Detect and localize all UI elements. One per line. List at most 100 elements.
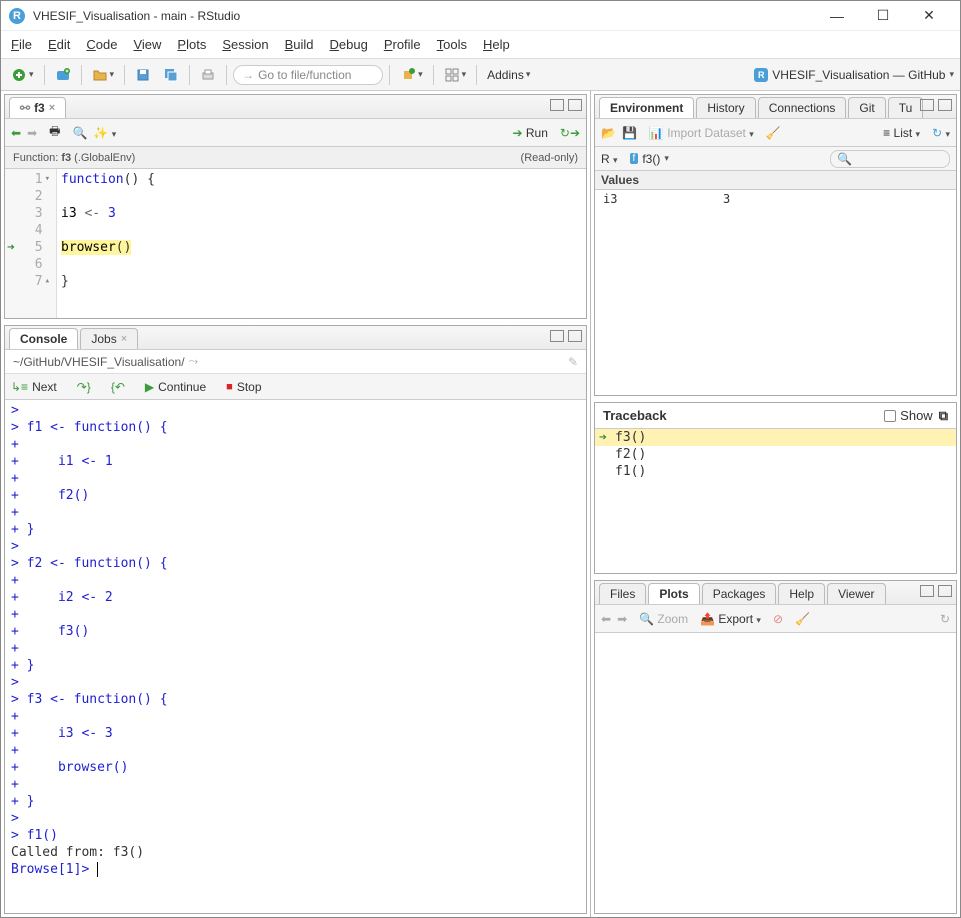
- export-button[interactable]: 📤 Export ▾: [700, 612, 761, 626]
- minimize-pane-icon[interactable]: [920, 585, 934, 597]
- show-internals-toggle[interactable]: Show: [884, 408, 933, 423]
- new-file-button[interactable]: ▾: [7, 65, 38, 85]
- tab-viewer[interactable]: Viewer: [827, 583, 885, 604]
- console-output[interactable]: > > f1 <- function() { + + i1 <- 1 + + f…: [5, 400, 586, 913]
- clear-plots-icon[interactable]: 🧹: [795, 612, 810, 626]
- open-file-button[interactable]: ▾: [88, 65, 119, 85]
- maximize-pane-icon[interactable]: [568, 99, 582, 111]
- tab-packages[interactable]: Packages: [702, 583, 777, 604]
- menu-help[interactable]: Help: [483, 37, 510, 52]
- continue-button[interactable]: ▶ Continue: [145, 380, 206, 394]
- addins-label: Addins: [487, 68, 524, 82]
- grid-button[interactable]: ▾: [440, 65, 471, 85]
- tab-files[interactable]: Files: [599, 583, 646, 604]
- tab-git[interactable]: Git: [848, 97, 885, 118]
- maximize-pane-icon[interactable]: [568, 330, 582, 342]
- minimize-pane-icon[interactable]: [550, 99, 564, 111]
- tab-history[interactable]: History: [696, 97, 755, 118]
- project-menu[interactable]: R VHESIF_Visualisation — GitHub ▾: [754, 68, 954, 82]
- step-out-button[interactable]: {↶: [111, 380, 125, 394]
- tab-help[interactable]: Help: [778, 583, 825, 604]
- menu-code[interactable]: Code: [86, 37, 117, 52]
- menu-view[interactable]: View: [133, 37, 161, 52]
- window-title: VHESIF_Visualisation - main - RStudio: [33, 9, 814, 23]
- zoom-button[interactable]: 🔍 Zoom: [639, 612, 688, 626]
- next-button[interactable]: ↳≡ Next: [11, 380, 57, 394]
- source-editor[interactable]: 1▾2 3 4 ➔5 6 7▴ function() { i3 <- 3 bro…: [5, 169, 586, 318]
- maximize-pane-icon[interactable]: [938, 99, 952, 111]
- popout-icon[interactable]: ⧉: [939, 408, 948, 424]
- console-pane: Console Jobs × ~/GitHub/VHESIF_Visualisa…: [4, 325, 587, 914]
- goto-dir-icon[interactable]: ⤳: [189, 354, 199, 369]
- prev-plot-icon[interactable]: ⬅: [601, 612, 611, 626]
- menu-edit[interactable]: Edit: [48, 37, 70, 52]
- close-tab-icon[interactable]: ×: [49, 102, 55, 114]
- tab-environment[interactable]: Environment: [599, 97, 694, 118]
- scope-r-button[interactable]: R ▾: [601, 152, 618, 166]
- plots-tabbar: Files Plots Packages Help Viewer: [595, 581, 956, 605]
- back-icon[interactable]: ⬅: [11, 126, 21, 140]
- remove-plot-icon[interactable]: ⊘: [773, 612, 783, 626]
- save-all-button[interactable]: [159, 65, 183, 85]
- refresh-plot-icon[interactable]: ↻: [940, 612, 950, 626]
- menu-build[interactable]: Build: [285, 37, 314, 52]
- menu-profile[interactable]: Profile: [384, 37, 421, 52]
- stop-button[interactable]: ■ Stop: [226, 380, 261, 394]
- env-search-input[interactable]: 🔍: [830, 150, 950, 168]
- tab-connections[interactable]: Connections: [758, 97, 847, 118]
- minimize-pane-icon[interactable]: [920, 99, 934, 111]
- tools-button[interactable]: ▾: [396, 65, 427, 85]
- tab-console[interactable]: Console: [9, 328, 78, 349]
- traceback-frame[interactable]: f1(): [595, 463, 956, 480]
- print-icon[interactable]: 🖶: [49, 122, 60, 143]
- main-toolbar: ▾ ▾ → Go to file/function ▾ ▾ Addins ▾ R…: [1, 59, 960, 91]
- source-tab-f3[interactable]: ⚯ f3 ×: [9, 97, 66, 118]
- scope-fn-button[interactable]: ff3() ▾: [630, 152, 669, 166]
- run-button[interactable]: ➔ Run: [512, 126, 547, 140]
- env-var-value: 3: [723, 192, 730, 206]
- find-icon[interactable]: 🔍: [72, 126, 87, 140]
- refresh-icon[interactable]: ↻ ▾: [932, 126, 950, 140]
- addins-button[interactable]: Addins ▾: [483, 66, 534, 84]
- traceback-frame[interactable]: ➔f3(): [595, 429, 956, 446]
- rerun-icon[interactable]: ↻➔: [560, 126, 580, 140]
- menu-plots[interactable]: Plots: [177, 37, 206, 52]
- print-button[interactable]: [196, 65, 220, 85]
- load-workspace-icon[interactable]: 📂: [601, 126, 616, 140]
- forward-icon[interactable]: ➡: [27, 126, 37, 140]
- traceback-frame[interactable]: f2(): [595, 446, 956, 463]
- clear-env-icon[interactable]: 🧹: [766, 126, 781, 140]
- tab-plots[interactable]: Plots: [648, 583, 699, 604]
- env-tabbar: Environment History Connections Git Tu: [595, 95, 956, 119]
- menu-tools[interactable]: Tools: [437, 37, 467, 52]
- goto-file-input[interactable]: → Go to file/function: [233, 65, 383, 85]
- step-into-button[interactable]: ↷}: [77, 380, 91, 394]
- env-scope-bar: R ▾ ff3() ▾ 🔍: [595, 147, 956, 171]
- save-workspace-icon[interactable]: 💾: [622, 126, 637, 140]
- link-icon: ⚯: [20, 101, 30, 115]
- menu-session[interactable]: Session: [222, 37, 268, 52]
- menu-file[interactable]: File: [11, 37, 32, 52]
- create-project-button[interactable]: [51, 65, 75, 85]
- next-plot-icon[interactable]: ➡: [617, 612, 627, 626]
- fn-name: f3: [61, 152, 71, 164]
- tab-tutorial[interactable]: Tu: [888, 97, 924, 118]
- maximize-button[interactable]: ☐: [860, 1, 906, 31]
- save-button[interactable]: [131, 65, 155, 85]
- menu-debug[interactable]: Debug: [330, 37, 368, 52]
- r-project-icon: R: [754, 68, 768, 82]
- tab-jobs[interactable]: Jobs ×: [80, 328, 138, 349]
- maximize-pane-icon[interactable]: [938, 585, 952, 597]
- minimize-pane-icon[interactable]: [550, 330, 564, 342]
- env-var-name: i3: [603, 192, 723, 206]
- clear-console-icon[interactable]: ✎: [568, 355, 578, 369]
- close-button[interactable]: ✕: [906, 1, 952, 31]
- wand-icon[interactable]: ✨ ▾: [93, 126, 116, 140]
- env-row[interactable]: i3 3: [595, 190, 956, 208]
- plot-area: [595, 633, 956, 913]
- import-dataset-button[interactable]: 📊 Import Dataset ▾: [649, 126, 754, 140]
- titlebar: R VHESIF_Visualisation - main - RStudio …: [1, 1, 960, 31]
- list-view-button[interactable]: ≡ List ▾: [883, 126, 920, 140]
- close-icon[interactable]: ×: [121, 333, 127, 345]
- minimize-button[interactable]: —: [814, 1, 860, 31]
